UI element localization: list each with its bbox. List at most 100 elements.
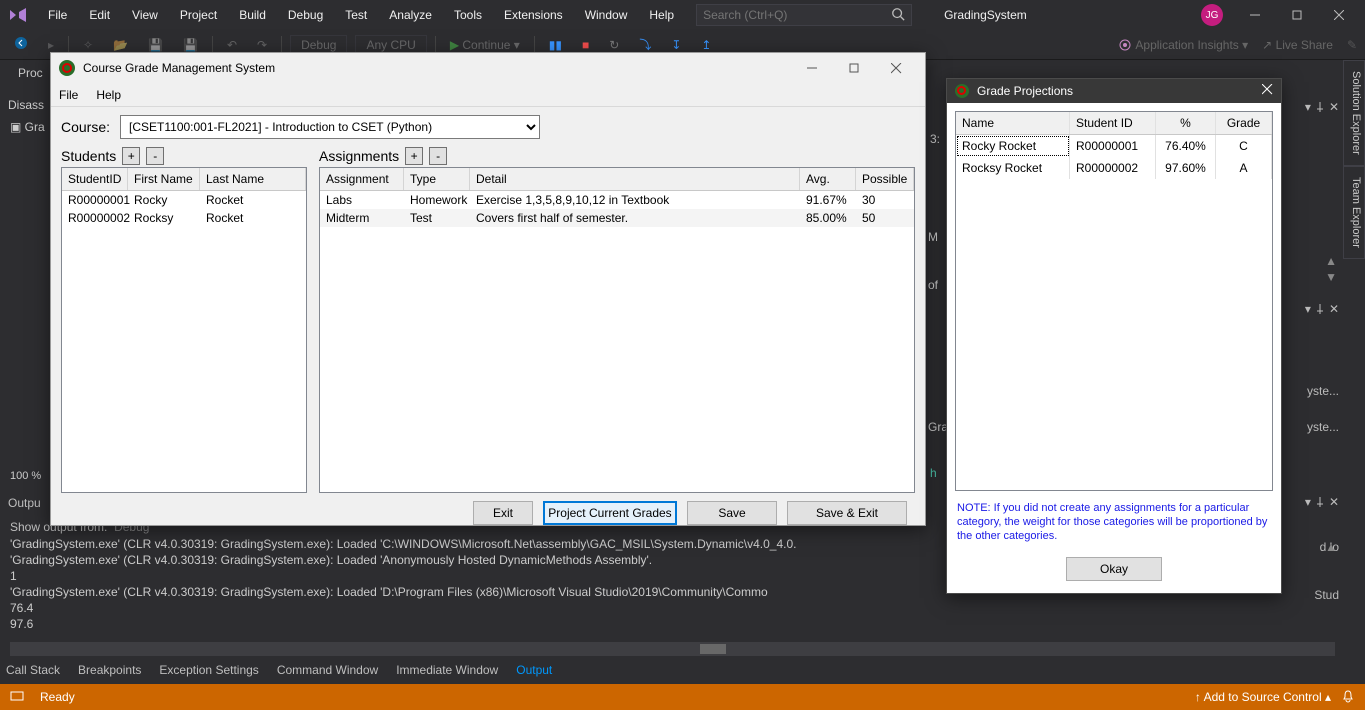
okay-button[interactable]: Okay xyxy=(1066,557,1162,581)
win1-menu-help[interactable]: Help xyxy=(96,88,121,102)
dbg-restart-icon[interactable]: ↻ xyxy=(603,36,625,54)
continue-button[interactable]: ▶ Continue ▾ xyxy=(444,36,526,54)
save-button[interactable]: Save xyxy=(687,501,777,525)
window-maximize[interactable] xyxy=(1277,0,1317,30)
save-all-icon[interactable]: 💾 xyxy=(177,36,204,54)
menu-extensions[interactable]: Extensions xyxy=(494,4,573,26)
win2-titlebar[interactable]: Grade Projections xyxy=(947,79,1281,103)
projection-row[interactable]: Rocky Rocket R00000001 76.40% C xyxy=(956,135,1272,157)
output-h-scrollbar[interactable] xyxy=(10,642,1335,656)
win1-close[interactable] xyxy=(875,54,917,82)
assignments-grid[interactable]: Assignment Type Detail Avg. Possible Lab… xyxy=(319,167,915,493)
project-grades-button[interactable]: Project Current Grades xyxy=(543,501,677,525)
menu-tools[interactable]: Tools xyxy=(444,4,492,26)
menu-file[interactable]: File xyxy=(38,4,77,26)
student-row[interactable]: R00000001 Rocky Rocket xyxy=(62,191,306,209)
students-grid[interactable]: StudentID First Name Last Name R00000001… xyxy=(61,167,307,493)
nav-back-icon[interactable] xyxy=(8,34,34,55)
doc-tab[interactable]: ▣ Gra xyxy=(10,120,45,134)
menu-test[interactable]: Test xyxy=(335,4,377,26)
app-icon xyxy=(955,84,969,98)
menu-edit[interactable]: Edit xyxy=(79,4,120,26)
assignment-row[interactable]: Midterm Test Covers first half of semest… xyxy=(320,209,914,227)
win2-close[interactable] xyxy=(1262,84,1273,98)
tab-command-window[interactable]: Command Window xyxy=(277,663,378,677)
dbg-step-into-icon[interactable]: ↧ xyxy=(665,36,687,54)
window-minimize[interactable] xyxy=(1235,0,1275,30)
search-input[interactable] xyxy=(703,8,891,22)
win1-menu-file[interactable]: File xyxy=(59,88,78,102)
vs-logo-icon xyxy=(6,3,30,27)
scroll-up-icon[interactable]: ▲ xyxy=(1325,254,1337,268)
col-lastname[interactable]: Last Name xyxy=(200,168,306,190)
status-bar: Ready ↑ Add to Source Control ▴ xyxy=(0,684,1365,710)
toolwindow-controls-2[interactable]: ▾ ✕ xyxy=(1305,302,1339,316)
live-share-button[interactable]: ↗ Live Share xyxy=(1262,38,1333,52)
col-assignment[interactable]: Assignment xyxy=(320,168,404,190)
nav-fwd-icon[interactable]: ▸ xyxy=(42,36,60,54)
feedback-icon[interactable]: ✎ xyxy=(1347,38,1357,52)
toolwindow-controls-1[interactable]: ▾ ✕ xyxy=(1305,100,1339,114)
tab-output[interactable]: Output xyxy=(516,663,552,677)
menu-help[interactable]: Help xyxy=(639,4,684,26)
tab-callstack[interactable]: Call Stack xyxy=(6,663,60,677)
projections-grid[interactable]: Name Student ID % Grade Rocky Rocket R00… xyxy=(955,111,1273,491)
col-name[interactable]: Name xyxy=(956,112,1070,134)
student-row[interactable]: R00000002 Rocksy Rocket xyxy=(62,209,306,227)
course-select[interactable]: [CSET1100:001-FL2021] - Introduction to … xyxy=(120,115,540,139)
new-item-icon[interactable]: ✧ xyxy=(77,36,99,54)
menu-project[interactable]: Project xyxy=(170,4,227,26)
app-insights-button[interactable]: Application Insights ▾ xyxy=(1119,38,1248,52)
undo-icon[interactable]: ↶ xyxy=(221,36,243,54)
open-icon[interactable]: 📂 xyxy=(107,36,134,54)
dbg-pause-icon[interactable]: ▮▮ xyxy=(543,36,568,54)
status-icon xyxy=(10,690,24,705)
toolwindow-controls-3[interactable]: ▾ ✕ xyxy=(1305,495,1339,509)
status-text: Ready xyxy=(40,690,75,704)
dbg-stop-icon[interactable]: ■ xyxy=(576,36,595,54)
redo-icon[interactable]: ↷ xyxy=(251,36,273,54)
sidetab-solution-explorer[interactable]: Solution Explorer xyxy=(1343,60,1365,166)
zoom-level[interactable]: 100 % xyxy=(10,470,41,482)
win1-titlebar[interactable]: Course Grade Management System xyxy=(51,53,925,83)
col-firstname[interactable]: First Name xyxy=(128,168,200,190)
assignment-add-button[interactable]: + xyxy=(405,147,423,165)
student-add-button[interactable]: + xyxy=(122,147,140,165)
notifications-icon[interactable] xyxy=(1341,689,1355,706)
tab-breakpoints[interactable]: Breakpoints xyxy=(78,663,141,677)
menu-window[interactable]: Window xyxy=(575,4,638,26)
assignment-remove-button[interactable]: - xyxy=(429,147,447,165)
col-detail[interactable]: Detail xyxy=(470,168,800,190)
sidetab-team-explorer[interactable]: Team Explorer xyxy=(1343,166,1365,259)
save-exit-button[interactable]: Save & Exit xyxy=(787,501,907,525)
source-control-button[interactable]: ↑ Add to Source Control ▴ xyxy=(1195,690,1331,704)
user-avatar[interactable]: JG xyxy=(1201,4,1223,26)
scroll-down-icon[interactable]: ▼ xyxy=(1325,270,1337,284)
col-studentid[interactable]: StudentID xyxy=(62,168,128,190)
col-avg[interactable]: Avg. xyxy=(800,168,856,190)
assignment-row[interactable]: Labs Homework Exercise 1,3,5,8,9,10,12 i… xyxy=(320,191,914,209)
projection-row[interactable]: Rocksy Rocket R00000002 97.60% A xyxy=(956,157,1272,179)
col-type[interactable]: Type xyxy=(404,168,470,190)
col-grade[interactable]: Grade xyxy=(1216,112,1272,134)
save-icon[interactable]: 💾 xyxy=(142,36,169,54)
col-studentid[interactable]: Student ID xyxy=(1070,112,1156,134)
student-remove-button[interactable]: - xyxy=(146,147,164,165)
tab-exception-settings[interactable]: Exception Settings xyxy=(159,663,258,677)
menu-view[interactable]: View xyxy=(122,4,168,26)
output-tab-label[interactable]: Outpu xyxy=(8,496,41,510)
menu-analyze[interactable]: Analyze xyxy=(379,4,442,26)
disassembly-tab[interactable]: Disass xyxy=(8,98,44,112)
frag: yste... xyxy=(1307,384,1339,398)
win1-minimize[interactable] xyxy=(791,54,833,82)
win1-maximize[interactable] xyxy=(833,54,875,82)
exit-button[interactable]: Exit xyxy=(473,501,533,525)
menu-debug[interactable]: Debug xyxy=(278,4,333,26)
window-close[interactable] xyxy=(1319,0,1359,30)
col-percent[interactable]: % xyxy=(1156,112,1216,134)
tab-immediate-window[interactable]: Immediate Window xyxy=(396,663,498,677)
menu-build[interactable]: Build xyxy=(229,4,276,26)
global-search[interactable] xyxy=(696,4,912,26)
col-possible[interactable]: Possible xyxy=(856,168,914,190)
dbg-step-out-icon[interactable]: ↥ xyxy=(695,36,717,54)
